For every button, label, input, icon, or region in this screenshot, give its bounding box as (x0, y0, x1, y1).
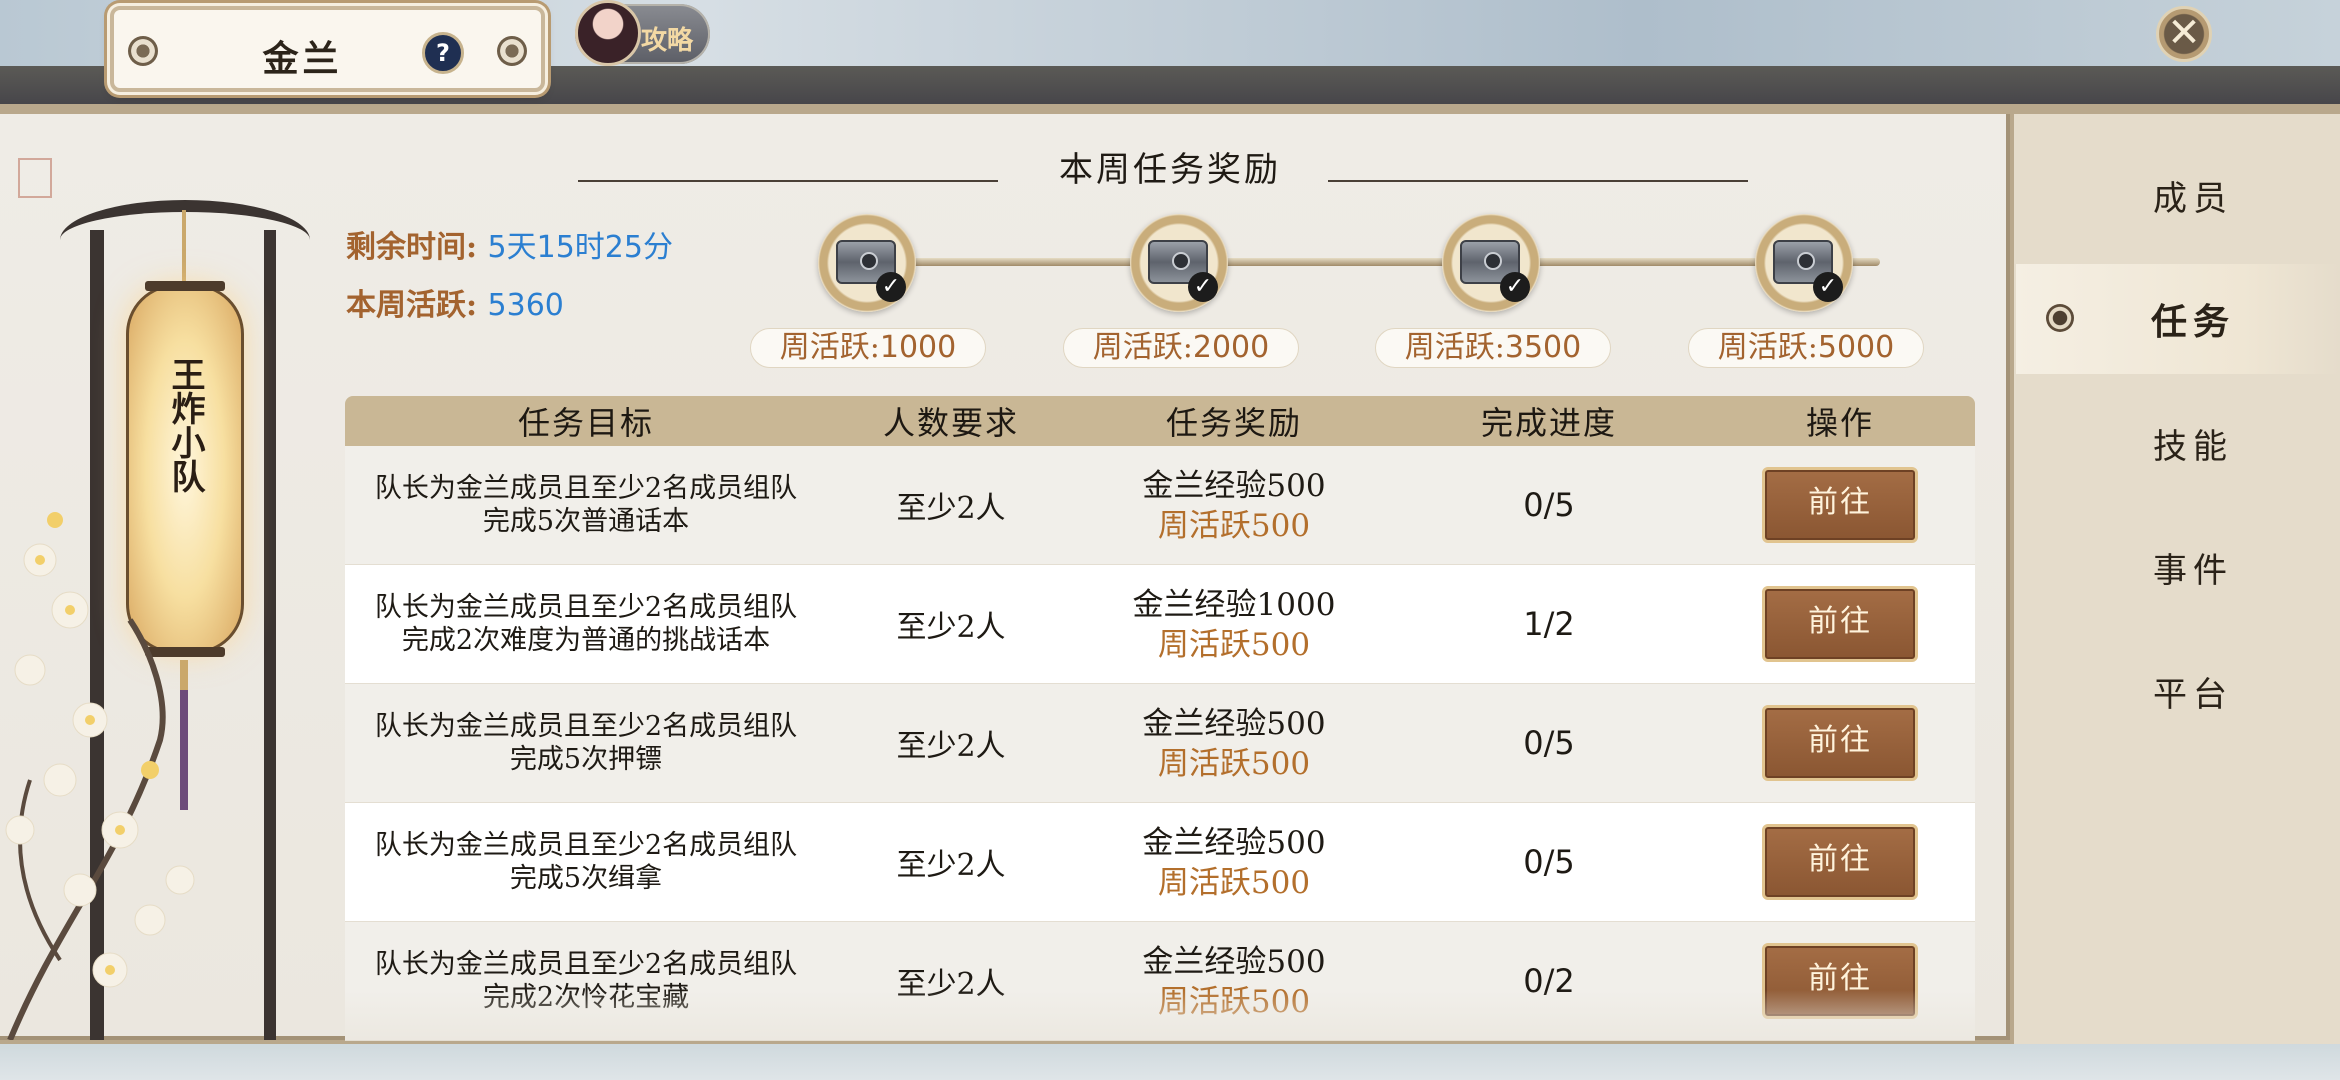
seal-stamp-icon (18, 158, 52, 198)
task-goal: 队长为金兰成员且至少2名成员组队 完成2次难度为普通的挑战话本 (374, 592, 798, 656)
reward-activity: 周活跃500 (1157, 508, 1311, 544)
milestone-label: 周活跃:5000 (1688, 328, 1924, 368)
remaining-time-value: 5天15时25分 (487, 230, 673, 265)
header-goal: 任务目标 (517, 404, 654, 442)
bottom-strip (0, 1044, 2340, 1080)
go-button[interactable]: 前往 (1762, 824, 1918, 900)
activity-progress-track (900, 258, 1880, 266)
reward-activity: 周活跃500 (1157, 746, 1311, 782)
close-button[interactable]: ✕ (2156, 6, 2212, 62)
task-goal: 队长为金兰成员且至少2名成员组队 完成5次普通话本 (374, 473, 798, 537)
task-reward: 金兰经验500 周活跃500 (1075, 703, 1393, 783)
task-table: 任务目标 人数要求 任务奖励 完成进度 操作 队长为金兰成员且至少2名成员组队完… (345, 396, 1975, 1041)
reward-chest-1[interactable]: ✓ (818, 214, 916, 312)
selected-knot-icon (2046, 304, 2074, 332)
task-progress: 0/5 (1523, 843, 1575, 881)
task-goal: 队长为金兰成员且至少2名成员组队 完成5次缉拿 (374, 830, 798, 894)
task-people: 至少2人 (896, 848, 1006, 883)
header-reward: 任务奖励 (1165, 404, 1302, 442)
team-name: 王炸小队 (165, 357, 205, 493)
weekly-activity-value: 5360 (487, 288, 564, 323)
task-progress: 0/5 (1523, 486, 1575, 524)
table-row: 队长为金兰成员且至少2名成员组队 完成2次难度为普通的挑战话本 至少2人 金兰经验… (345, 565, 1975, 684)
remaining-time-label: 剩余时间: (346, 230, 478, 265)
task-action: 前往 (1705, 467, 1975, 543)
reward-activity: 周活跃500 (1157, 865, 1311, 901)
sidebar-item-label: 平台 (2153, 674, 2233, 715)
task-reward: 金兰经验500 周活跃500 (1075, 465, 1393, 545)
milestone-label: 周活跃:1000 (750, 328, 986, 368)
sidebar-item-events[interactable]: 事件 (2016, 512, 2340, 622)
sidebar-item-platform[interactable]: 平台 (2016, 636, 2340, 746)
task-people: 至少2人 (896, 491, 1006, 526)
title-divider (1328, 180, 1748, 182)
milestone-label: 周活跃:2000 (1063, 328, 1299, 368)
task-action: 前往 (1705, 824, 1975, 900)
task-action: 前往 (1705, 586, 1975, 662)
weekly-activity: 本周活跃: 5360 (346, 280, 564, 324)
team-lantern: 王炸小队 (126, 281, 244, 657)
sidebar-item-tasks[interactable]: 任务 (2016, 264, 2340, 374)
table-header: 任务目标 人数要求 任务奖励 完成进度 操作 (345, 396, 1975, 446)
guide-avatar (575, 0, 641, 66)
header-progress: 完成进度 (1480, 404, 1617, 442)
sidebar-item-members[interactable]: 成员 (2016, 140, 2340, 250)
rewards-title: 本周任务奖励 (1059, 150, 1281, 190)
guide-label: 攻略 (641, 26, 694, 56)
table-row: 队长为金兰成员且至少2名成员组队 完成5次押镖 至少2人 金兰经验500 周活跃5… (345, 684, 1975, 803)
reward-chest-4[interactable]: ✓ (1755, 214, 1853, 312)
reward-exp: 金兰经验500 (1142, 706, 1326, 742)
table-scroll-fade (345, 990, 1975, 1040)
go-button[interactable]: 前往 (1762, 586, 1918, 662)
sidebar-item-label: 事件 (2153, 550, 2233, 591)
reward-chest-3[interactable]: ✓ (1442, 214, 1540, 312)
sidebar-item-label: 成员 (2153, 178, 2233, 219)
lantern-stand-post (264, 230, 276, 1040)
sidebar-item-skills[interactable]: 技能 (2016, 388, 2340, 498)
lantern-stand-post (90, 230, 104, 1040)
milestone-label: 周活跃:3500 (1375, 328, 1611, 368)
task-people: 至少2人 (896, 610, 1006, 645)
reward-exp: 金兰经验500 (1142, 944, 1326, 980)
claimed-check-icon: ✓ (876, 272, 906, 302)
table-row: 队长为金兰成员且至少2名成员组队 完成5次缉拿 至少2人 金兰经验500 周活跃5… (345, 803, 1975, 922)
reward-activity: 周活跃500 (1157, 627, 1311, 663)
sidebar-item-label: 技能 (2153, 426, 2233, 467)
task-action: 前往 (1705, 705, 1975, 781)
header-action: 操作 (1805, 404, 1874, 442)
header-people: 人数要求 (882, 404, 1019, 442)
weekly-activity-label: 本周活跃: (346, 288, 478, 323)
claimed-check-icon: ✓ (1500, 272, 1530, 302)
task-progress: 1/2 (1523, 605, 1575, 643)
remaining-time: 剩余时间: 5天15时25分 (346, 222, 673, 266)
task-reward: 金兰经验1000 周活跃500 (1075, 584, 1393, 664)
help-button[interactable]: ? (422, 32, 464, 74)
go-button[interactable]: 前往 (1762, 705, 1918, 781)
sidebar-item-label: 任务 (2150, 301, 2235, 343)
reward-exp: 金兰经验1000 (1132, 587, 1336, 623)
claimed-check-icon: ✓ (1188, 272, 1218, 302)
reward-exp: 金兰经验500 (1142, 468, 1326, 504)
lantern-cord (182, 210, 186, 290)
lantern-tassel (180, 660, 188, 810)
reward-exp: 金兰经验500 (1142, 825, 1326, 861)
claimed-check-icon: ✓ (1813, 272, 1843, 302)
task-people: 至少2人 (896, 729, 1006, 764)
title-plaque: 金兰 ? (110, 6, 545, 92)
knot-ornament-icon (497, 36, 527, 66)
task-reward: 金兰经验500 周活跃500 (1075, 822, 1393, 902)
go-button[interactable]: 前往 (1762, 467, 1918, 543)
reward-chest-2[interactable]: ✓ (1130, 214, 1228, 312)
table-row: 队长为金兰成员且至少2名成员组队 完成5次普通话本 至少2人 金兰经验500 周活… (345, 446, 1975, 565)
guide-button[interactable]: 攻略 (575, 0, 710, 66)
title-divider (578, 180, 998, 182)
page-title: 金兰 (262, 38, 343, 80)
task-goal: 队长为金兰成员且至少2名成员组队 完成5次押镖 (374, 711, 798, 775)
task-progress: 0/5 (1523, 724, 1575, 762)
